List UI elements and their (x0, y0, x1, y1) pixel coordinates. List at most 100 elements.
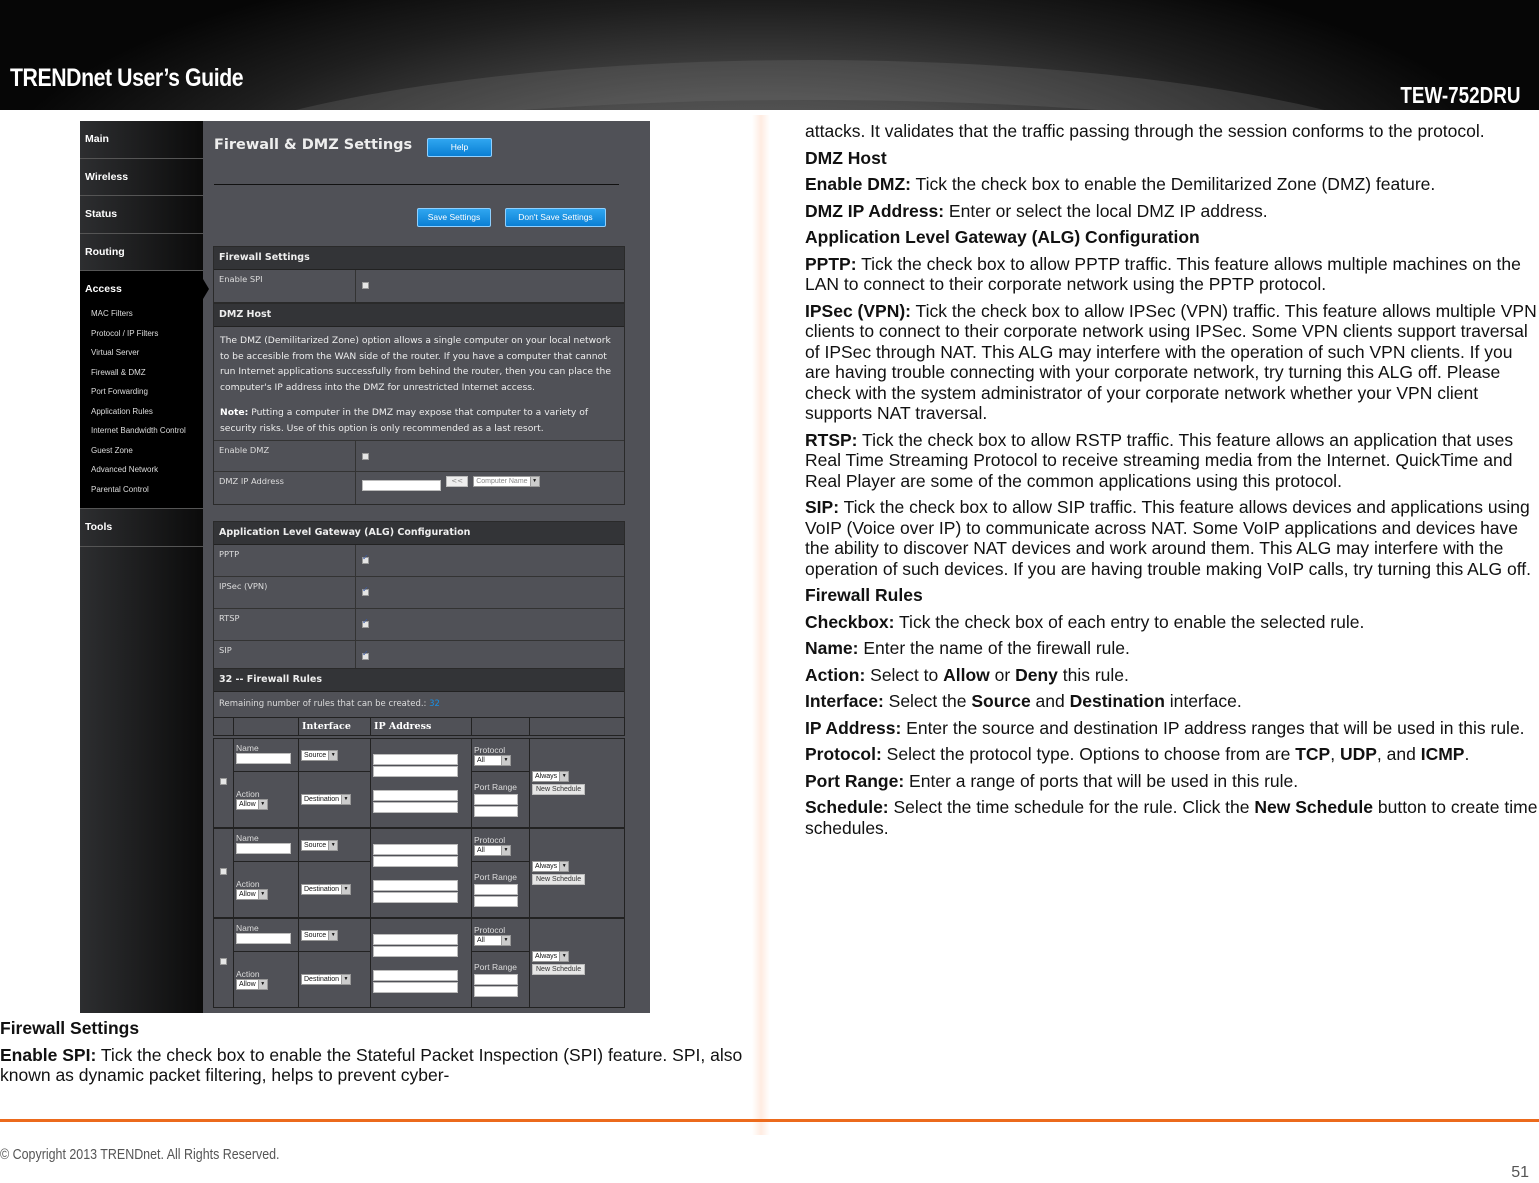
submenu-protocol-ip-filters[interactable]: Protocol / IP Filters (85, 329, 203, 349)
submenu-bandwidth-control[interactable]: Internet Bandwidth Control (85, 426, 203, 446)
rule-name-input[interactable] (236, 843, 291, 854)
source-ip-end-input[interactable] (373, 945, 458, 957)
section-heading: 32 -- Firewall Rules (214, 669, 624, 692)
sidebar-item-access[interactable]: Access (85, 283, 203, 295)
definition: Select to (865, 664, 944, 685)
definition: this rule. (1057, 664, 1129, 685)
dmz-host-section: DMZ Host The DMZ (Demilitarized Zone) op… (213, 303, 625, 505)
source-interface-select[interactable]: Source ▼ (301, 839, 339, 851)
continuation-paragraph: attacks. It validates that the traffic p… (805, 121, 1485, 141)
separator: , and (1376, 744, 1421, 764)
schedule-select[interactable]: Always ▼ (532, 951, 570, 962)
pptp-label: PPTP (214, 545, 356, 576)
source-interface-select[interactable]: Source ▼ (301, 929, 339, 941)
rule-name-input[interactable] (236, 933, 291, 944)
dest-ip-start-input[interactable] (373, 969, 458, 981)
port-end-input[interactable] (474, 806, 518, 817)
new-schedule-button[interactable]: New Schedule (532, 874, 586, 885)
submenu-firewall-dmz[interactable]: Firewall & DMZ (85, 368, 203, 388)
dest-ip-end-input[interactable] (373, 801, 458, 813)
dest-ip-end-input[interactable] (373, 891, 458, 903)
source-interface-select[interactable]: Source ▼ (301, 749, 339, 761)
port-start-input[interactable] (474, 884, 518, 895)
destination-interface-select[interactable]: Destination ▼ (301, 884, 352, 895)
help-button[interactable]: Help (427, 138, 492, 157)
term: Checkbox: (805, 611, 895, 632)
protocol-select[interactable]: All ▼ (474, 754, 511, 766)
port-start-input[interactable] (474, 794, 518, 805)
rtsp-checkbox[interactable] (362, 617, 369, 628)
protocol-paragraph: Protocol: Select the protocol type. Opti… (805, 744, 1539, 765)
chevron-down-icon: ▼ (328, 750, 338, 760)
protocol-label: Protocol (474, 924, 506, 935)
destination-keyword: Destination (1069, 691, 1165, 711)
new-schedule-button[interactable]: New Schedule (532, 964, 586, 975)
chevron-down-icon: ▼ (501, 935, 510, 945)
destination-interface-select[interactable]: Destination ▼ (301, 974, 352, 985)
submenu-guest-zone[interactable]: Guest Zone (85, 446, 203, 466)
sidebar-section-access[interactable]: Access MAC Filters Protocol / IP Filters… (80, 271, 209, 509)
firewall-rules-body: Name Source ▼ Protocol All ▼ Always ▼ New Schedu… (213, 738, 625, 1008)
sidebar-item-tools[interactable]: Tools (80, 509, 203, 547)
definition: Select the protocol type. Options to cho… (881, 744, 1296, 764)
dmz-description: The DMZ (Demilitarized Zone) option allo… (214, 327, 624, 440)
schedule-select[interactable]: Always ▼ (532, 861, 570, 872)
port-range-label: Port Range (474, 782, 517, 792)
copy-ip-button[interactable]: << (446, 476, 469, 487)
copyright: © Copyright 2013 TRENDnet. All Rights Re… (0, 1146, 280, 1163)
submenu-mac-filters[interactable]: MAC Filters (85, 309, 203, 329)
port-end-input[interactable] (474, 986, 518, 997)
schedule-select[interactable]: Always ▼ (532, 771, 570, 782)
sip-checkbox[interactable] (362, 649, 369, 660)
dmz-ip-input[interactable] (362, 480, 441, 491)
chevron-down-icon: ▼ (501, 845, 510, 855)
sidebar-item-routing[interactable]: Routing (80, 234, 203, 271)
submenu-virtual-server[interactable]: Virtual Server (85, 348, 203, 368)
submenu-parental-control[interactable]: Parental Control (85, 485, 203, 505)
enable-spi-checkbox[interactable] (362, 282, 369, 289)
source-ip-start-input[interactable] (373, 843, 458, 855)
action-select[interactable]: Allow ▼ (236, 889, 268, 900)
action-select[interactable]: Allow ▼ (236, 979, 268, 990)
sidebar-item-status[interactable]: Status (80, 196, 203, 234)
submenu-port-forwarding[interactable]: Port Forwarding (85, 387, 203, 407)
dont-save-settings-button[interactable]: Don't Save Settings (505, 208, 606, 227)
source-ip-end-input[interactable] (373, 855, 458, 867)
destination-interface-select[interactable]: Destination ▼ (301, 794, 352, 805)
dest-ip-start-input[interactable] (373, 879, 458, 891)
save-settings-button[interactable]: Save Settings (417, 208, 491, 227)
protocol-label: Protocol (474, 744, 506, 755)
ipsec-checkbox[interactable] (362, 585, 369, 596)
computer-name-select[interactable]: Computer Name ▼ (473, 476, 540, 487)
term: DMZ IP Address: (805, 200, 945, 221)
new-schedule-button[interactable]: New Schedule (532, 784, 586, 795)
protocol-select[interactable]: All ▼ (474, 844, 511, 856)
rule-enable-checkbox[interactable] (220, 958, 227, 965)
source-ip-start-input[interactable] (373, 933, 458, 945)
alg-heading: Application Level Gateway (ALG) Configur… (805, 227, 1200, 247)
source-ip-end-input[interactable] (373, 765, 458, 777)
firewall-rules-table: Interface IP Address (213, 717, 625, 736)
rule-enable-checkbox[interactable] (220, 868, 227, 875)
port-start-input[interactable] (474, 974, 518, 985)
sidebar-item-wireless[interactable]: Wireless (80, 159, 203, 196)
rule-name-input[interactable] (236, 753, 291, 764)
new-schedule-keyword: New Schedule (1254, 797, 1374, 817)
sidebar-item-main[interactable]: Main (80, 121, 203, 159)
right-column-text: attacks. It validates that the traffic p… (805, 121, 1539, 838)
page-number: 51 (1511, 1164, 1529, 1181)
enable-dmz-checkbox[interactable] (362, 453, 369, 460)
submenu-application-rules[interactable]: Application Rules (85, 407, 203, 427)
protocol-select[interactable]: All ▼ (474, 934, 511, 946)
action-select[interactable]: Allow ▼ (236, 799, 268, 810)
source-ip-start-input[interactable] (373, 753, 458, 765)
section-heading: DMZ Host (214, 304, 624, 327)
rule-enable-checkbox[interactable] (220, 778, 227, 785)
pptp-checkbox[interactable] (362, 553, 369, 564)
port-end-input[interactable] (474, 896, 518, 907)
submenu-advanced-network[interactable]: Advanced Network (85, 465, 203, 485)
action-label: Action (236, 879, 260, 889)
name-label: Name (236, 743, 259, 753)
dest-ip-start-input[interactable] (373, 789, 458, 801)
dest-ip-end-input[interactable] (373, 981, 458, 993)
